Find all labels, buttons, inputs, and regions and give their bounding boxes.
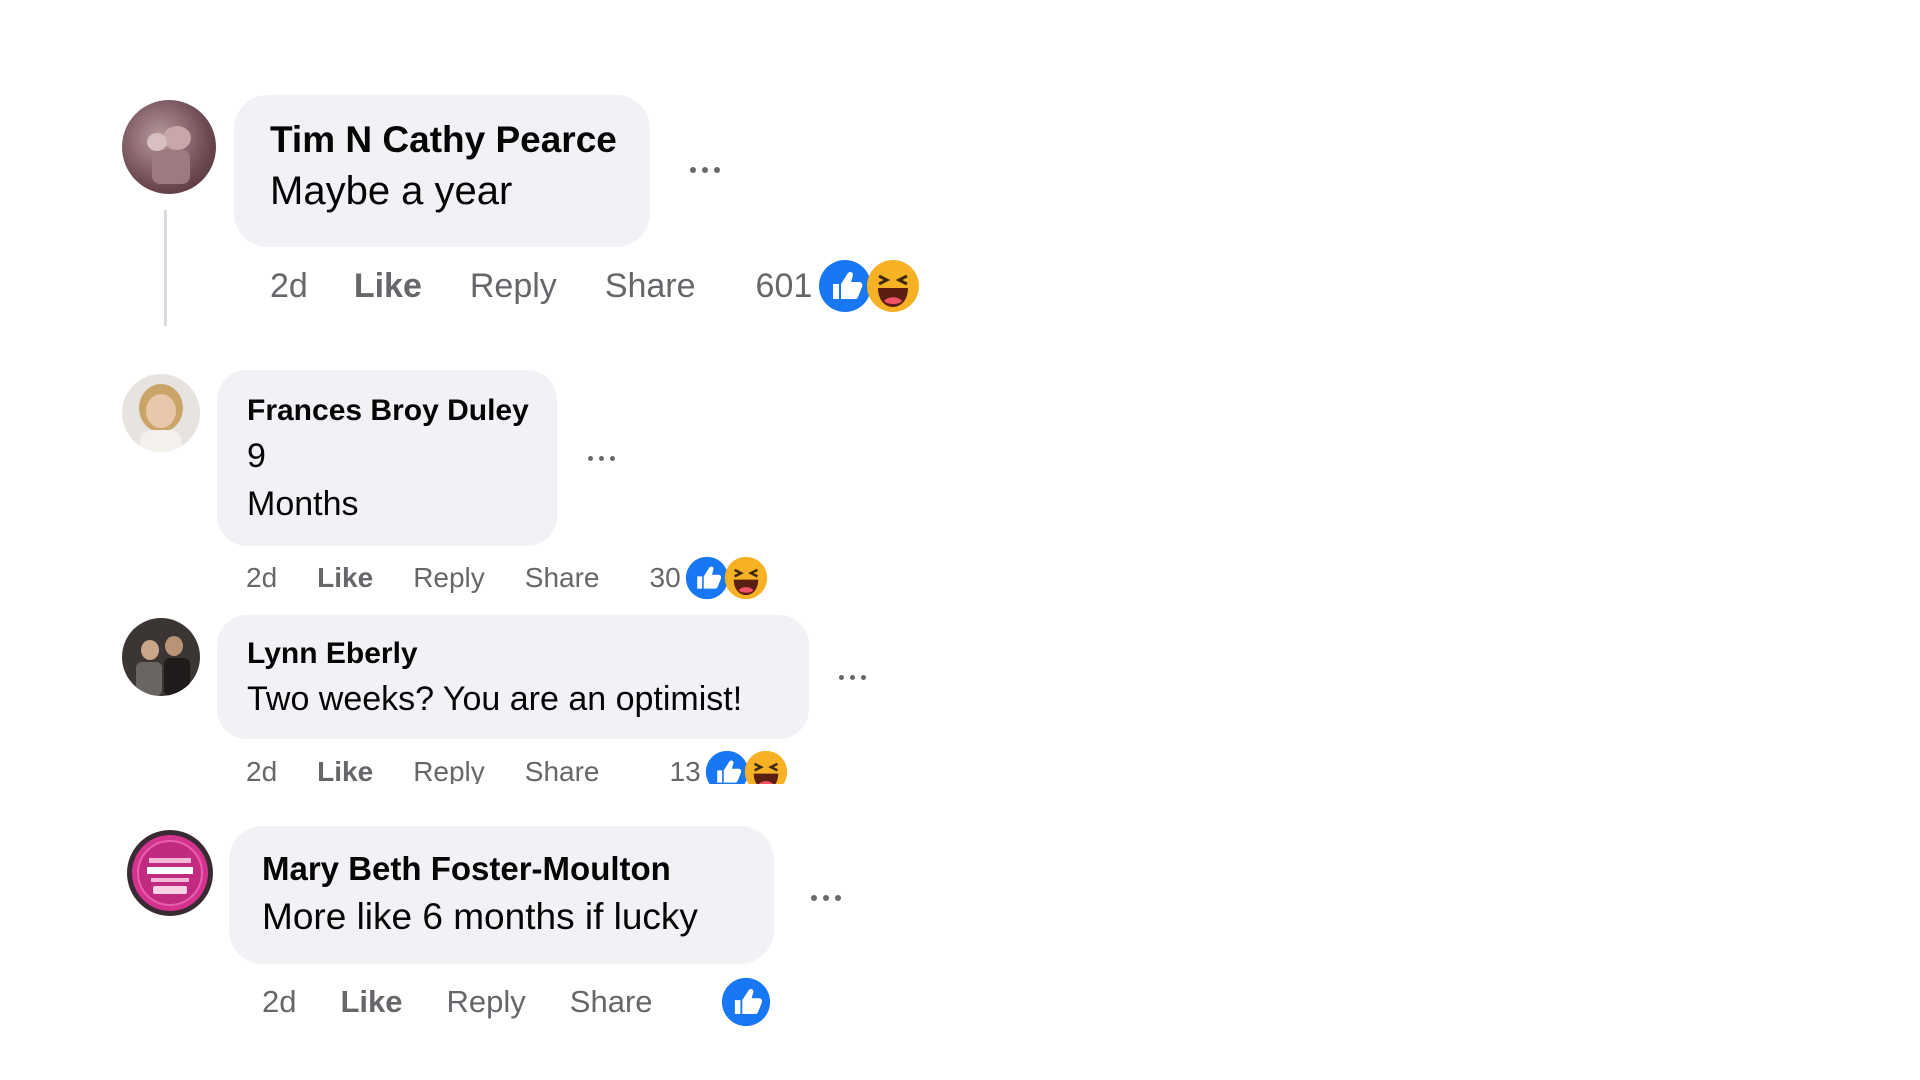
comment-text: More like 6 months if lucky	[262, 896, 698, 937]
like-icon	[685, 556, 729, 600]
haha-icon	[724, 556, 768, 600]
comment-author[interactable]: Mary Beth Foster-Moulton	[262, 846, 741, 892]
avatar-photo	[136, 636, 190, 696]
comment-actions-clip: 2d Like Reply Share 13	[240, 748, 840, 784]
timestamp-link[interactable]: 2d	[270, 267, 308, 306]
share-button[interactable]: Share	[525, 562, 600, 594]
reply-button[interactable]: Reply	[447, 984, 526, 1020]
avatar[interactable]	[122, 618, 200, 696]
comment-bubble: Lynn Eberly Two weeks? You are an optimi…	[217, 615, 809, 739]
reaction-count[interactable]: 30	[650, 562, 681, 594]
comment-text: Maybe a year	[270, 169, 513, 213]
avatar-photo	[139, 384, 183, 452]
reply-button[interactable]: Reply	[413, 756, 485, 784]
comment-text: 9	[247, 437, 266, 475]
more-options-button[interactable]	[690, 167, 720, 173]
like-button[interactable]: Like	[354, 267, 422, 306]
comment-actions: 2d Like Reply Share 13	[246, 750, 788, 784]
haha-icon	[744, 750, 788, 784]
comment-actions: 2d Like Reply Share 30	[246, 556, 768, 600]
like-button[interactable]: Like	[317, 562, 373, 594]
avatar[interactable]	[122, 100, 216, 194]
like-icon	[705, 750, 749, 784]
comment-actions: 2d Like Reply Share 601	[270, 260, 920, 312]
comment-bubble: Tim N Cathy Pearce Maybe a year	[234, 95, 650, 247]
comment-text: Two weeks? You are an optimist!	[247, 680, 743, 718]
like-icon	[818, 259, 872, 313]
reply-button[interactable]: Reply	[413, 562, 485, 594]
comment-bubble: Mary Beth Foster-Moulton More like 6 mon…	[229, 826, 774, 964]
comment-bubble: Frances Broy Duley 9 Months	[217, 370, 557, 546]
avatar-photo	[132, 835, 208, 911]
reaction-count[interactable]: 13	[670, 756, 701, 784]
thread-line	[164, 210, 167, 326]
share-button[interactable]: Share	[525, 756, 600, 784]
like-icon[interactable]	[721, 977, 771, 1027]
more-options-button[interactable]	[588, 456, 615, 461]
reaction-count[interactable]: 601	[756, 267, 813, 306]
avatar[interactable]	[122, 374, 200, 452]
reply-button[interactable]: Reply	[470, 267, 557, 306]
comment-text: Months	[247, 485, 359, 523]
more-options-button[interactable]	[811, 895, 841, 901]
share-button[interactable]: Share	[605, 267, 696, 306]
timestamp-link[interactable]: 2d	[262, 984, 296, 1020]
avatar[interactable]	[127, 830, 213, 916]
comment-author[interactable]: Tim N Cathy Pearce	[270, 115, 617, 165]
share-button[interactable]: Share	[570, 984, 653, 1020]
more-options-button[interactable]	[839, 675, 866, 680]
like-button[interactable]: Like	[340, 984, 402, 1020]
comment-author[interactable]: Lynn Eberly	[247, 633, 779, 675]
like-button[interactable]: Like	[317, 756, 373, 784]
avatar-photo	[147, 126, 191, 184]
comment-author[interactable]: Frances Broy Duley	[247, 390, 529, 432]
haha-icon	[866, 259, 920, 313]
timestamp-link[interactable]: 2d	[246, 562, 277, 594]
timestamp-link[interactable]: 2d	[246, 756, 277, 784]
comment-actions: 2d Like Reply Share	[262, 977, 771, 1027]
